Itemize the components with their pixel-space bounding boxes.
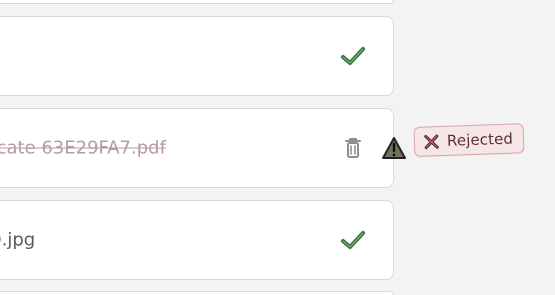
file-name: yniothdhhD.jpg — [0, 229, 36, 251]
upload-card-top-fragment — [0, 0, 394, 4]
rejected-status-badge: Rejected — [413, 123, 525, 157]
trash-icon[interactable] — [342, 136, 364, 160]
upload-card-rejected: n Certificate 63E29FA7.pdf — [0, 108, 394, 188]
check-icon — [341, 47, 365, 65]
rejected-label: Rejected — [446, 129, 514, 150]
upload-card-bottom-fragment — [0, 291, 394, 295]
warning-icon — [382, 137, 406, 159]
upload-card-approved: yniothdhhD.jpg — [0, 200, 394, 280]
check-icon — [341, 231, 365, 249]
x-icon — [424, 134, 439, 149]
document-upload-list: n Certificate 63E29FA7.pdf Rejected ynio… — [0, 0, 555, 295]
upload-card-approved — [0, 16, 394, 96]
file-name: n Certificate 63E29FA7.pdf — [0, 137, 166, 159]
